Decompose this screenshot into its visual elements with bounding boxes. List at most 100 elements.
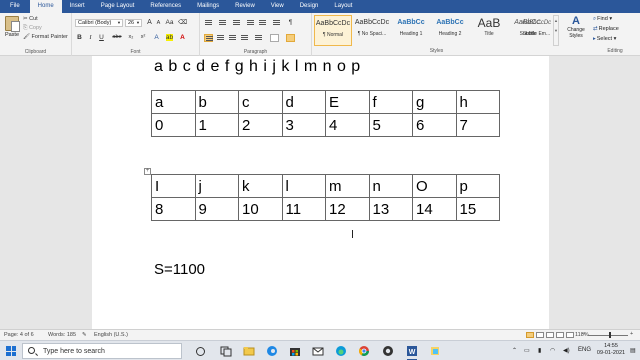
table-cell[interactable]: 5 [368, 113, 413, 137]
task-view-icon[interactable] [220, 345, 232, 357]
mail-icon[interactable] [312, 345, 324, 357]
table-cell[interactable]: 4 [325, 113, 370, 137]
font-color-button[interactable]: A [178, 33, 187, 42]
network-icon[interactable]: ▭ [524, 347, 530, 354]
tab-file[interactable]: File [0, 0, 30, 13]
document-page[interactable]: a b c d e f g h i j k l m n o p a b c d … [92, 56, 549, 329]
tab-page-layout[interactable]: Page Layout [93, 0, 143, 13]
justify-icon[interactable] [240, 34, 249, 42]
letter-value-table-2[interactable]: I j k l m n O p 8 9 10 11 12 13 14 15 [151, 174, 500, 221]
decrease-indent-icon[interactable] [246, 19, 255, 27]
proofing-icon[interactable]: ✎ [82, 332, 87, 338]
language-indicator-tray[interactable]: ENG [578, 347, 591, 353]
replace-button[interactable]: ⇄Replace [593, 26, 619, 32]
obs-icon[interactable] [382, 345, 394, 357]
zoom-out-button[interactable]: − [582, 331, 585, 337]
table-cell[interactable]: E [325, 90, 370, 114]
styles-scroll[interactable]: ▲ ▼ [553, 15, 559, 46]
sort-icon[interactable] [272, 19, 281, 27]
document-area[interactable]: a b c d e f g h i j k l m n o p a b c d … [0, 56, 640, 329]
full-screen-reading-button[interactable] [536, 332, 544, 338]
font-name-combo[interactable]: Calibri (Body) ▼ [75, 19, 123, 27]
notifications-icon[interactable]: ▤ [630, 347, 636, 354]
table-cell[interactable]: p [455, 174, 500, 198]
superscript-button[interactable]: x² [138, 33, 148, 42]
underline-button[interactable]: U [97, 33, 106, 42]
line-spacing-icon[interactable] [254, 34, 263, 42]
show-marks-button[interactable]: ¶ [286, 18, 295, 27]
table-cell[interactable]: 9 [194, 197, 239, 221]
style-normal[interactable]: AaBbCcDc ¶ Normal [314, 15, 352, 46]
cut-button[interactable]: ✂ Cut [23, 16, 38, 22]
battery-icon[interactable]: ▮ [538, 347, 541, 354]
table-cell[interactable]: a [151, 90, 196, 114]
paint-icon[interactable] [429, 345, 441, 357]
style-subtle-emphasis[interactable]: AaBbCcDc Subtle Em... [520, 15, 553, 46]
table-cell[interactable]: k [238, 174, 283, 198]
multilevel-list-icon[interactable] [232, 19, 241, 27]
copy-button[interactable]: ⎘ Copy [23, 25, 42, 32]
tab-mailings[interactable]: Mailings [189, 0, 227, 13]
table-cell[interactable]: j [194, 174, 239, 198]
web-layout-button[interactable] [546, 332, 554, 338]
find-button[interactable]: ⌕Find ▾ [593, 16, 612, 23]
table-cell[interactable]: 3 [281, 113, 326, 137]
align-right-icon[interactable] [228, 34, 237, 42]
change-styles-button[interactable]: A Change Styles [564, 15, 588, 39]
taskbar-clock[interactable]: 14:55 09-01-2021 [596, 343, 626, 357]
print-layout-view-button[interactable] [526, 332, 534, 338]
tab-insert[interactable]: Insert [62, 0, 93, 13]
table-cell[interactable]: n [368, 174, 413, 198]
table-cell[interactable]: 13 [368, 197, 413, 221]
align-left-icon[interactable] [204, 34, 213, 42]
page-count[interactable]: Page: 4 of 6 [4, 332, 34, 338]
letter-value-table-1[interactable]: a b c d E f g h 0 1 2 3 4 5 6 7 [151, 90, 500, 137]
table-cell[interactable]: 8 [151, 197, 196, 221]
tab-home[interactable]: Home [29, 0, 62, 13]
highlight-button[interactable]: ab [164, 33, 175, 42]
clear-formatting-icon[interactable]: ⌫ [178, 18, 187, 27]
zoom-slider[interactable] [588, 335, 628, 336]
store-icon[interactable] [289, 345, 301, 357]
paste-button[interactable]: Paste [3, 16, 21, 44]
select-button[interactable]: ▸Select ▾ [593, 36, 616, 42]
windows-start-icon[interactable] [6, 346, 16, 356]
table-cell[interactable]: 12 [325, 197, 370, 221]
tab-design[interactable]: Design [292, 0, 327, 13]
zoom-slider-thumb[interactable] [609, 332, 611, 338]
language-indicator[interactable]: English (U.S.) [94, 332, 128, 338]
zoom-in-button[interactable]: + [630, 331, 633, 337]
font-size-combo[interactable]: 26 ▼ [125, 19, 142, 27]
change-case-button[interactable]: Aa [165, 18, 174, 27]
table-cell[interactable]: 6 [412, 113, 457, 137]
table-cell[interactable]: 11 [281, 197, 326, 221]
table-cell[interactable]: 14 [412, 197, 457, 221]
cortana-icon[interactable] [196, 347, 205, 356]
outline-view-button[interactable] [556, 332, 564, 338]
style-no-spacing[interactable]: AaBbCcDc ¶ No Spaci... [353, 15, 391, 46]
shrink-font-button[interactable]: A [154, 19, 163, 28]
align-center-icon[interactable] [216, 34, 225, 42]
volume-icon[interactable]: ◀) [563, 347, 570, 354]
table-cell[interactable]: I [151, 174, 196, 198]
tab-review[interactable]: Review [227, 0, 263, 13]
draft-view-button[interactable] [566, 332, 574, 338]
chrome-icon[interactable] [358, 345, 370, 357]
table-cell[interactable]: h [455, 90, 500, 114]
tab-view[interactable]: View [263, 0, 292, 13]
bullets-icon[interactable] [204, 19, 213, 27]
taskbar-search-box[interactable]: Type here to search [22, 343, 182, 359]
table-cell[interactable]: 1 [194, 113, 239, 137]
tray-overflow-icon[interactable]: ⌃ [512, 347, 517, 354]
table-cell[interactable]: l [281, 174, 326, 198]
style-heading-2[interactable]: AaBbCc Heading 2 [431, 15, 469, 46]
style-heading-1[interactable]: AaBbCc Heading 1 [392, 15, 430, 46]
table-cell[interactable]: d [281, 90, 326, 114]
table-cell[interactable]: O [412, 174, 457, 198]
table-cell[interactable]: 10 [238, 197, 283, 221]
wifi-icon[interactable]: ◠ [550, 347, 555, 354]
edge-legacy-icon[interactable] [266, 345, 278, 357]
strikethrough-button[interactable]: abe [110, 33, 124, 42]
alphabet-line[interactable]: a b c d e f g h i j k l m n o p [154, 58, 361, 76]
format-painter-button[interactable]: 🖌 Format Painter [23, 34, 68, 40]
